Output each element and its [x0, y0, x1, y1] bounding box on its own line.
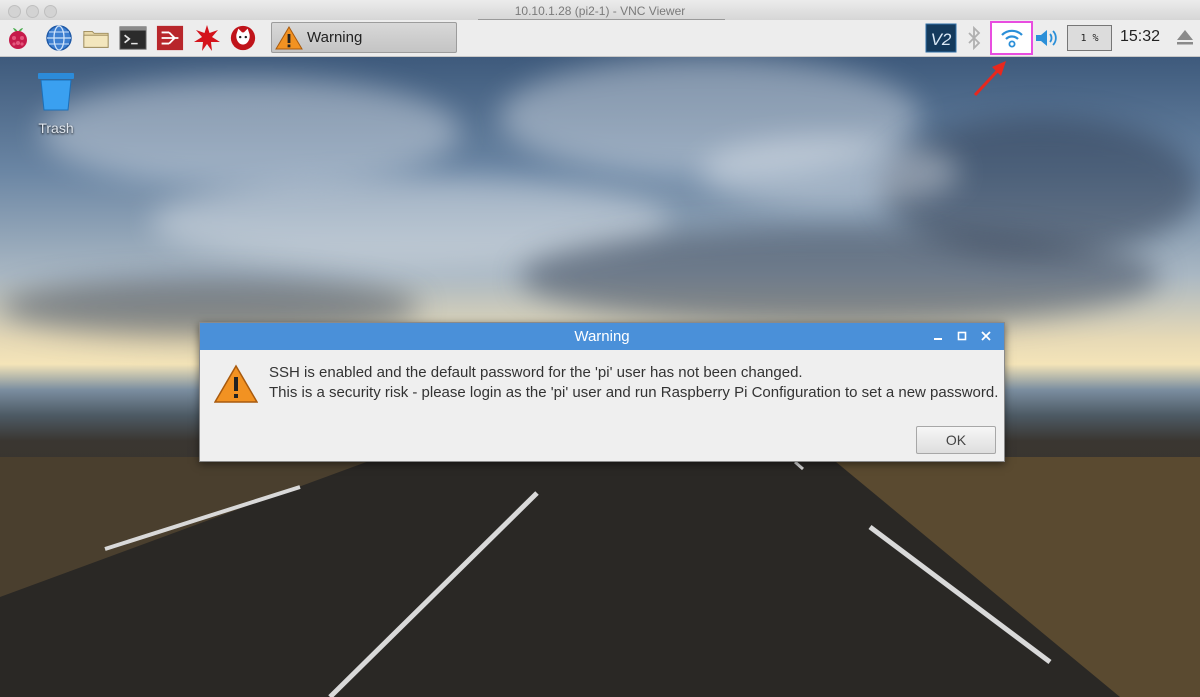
warning-icon	[213, 364, 259, 409]
dialog-message-line2: This is a security risk - please login a…	[269, 384, 999, 401]
wolfram-icon[interactable]	[193, 24, 221, 52]
dialog-titlebar[interactable]: Warning	[200, 323, 1004, 350]
web-browser-icon[interactable]	[45, 24, 73, 52]
volume-icon[interactable]	[1033, 23, 1061, 53]
dialog-title: Warning	[574, 328, 630, 345]
ok-button[interactable]: OK	[916, 426, 996, 454]
bluetooth-icon[interactable]	[963, 23, 985, 53]
file-manager-icon[interactable]	[82, 24, 110, 52]
eject-icon[interactable]	[1176, 28, 1194, 51]
cpu-usage-monitor[interactable]: 1 %	[1067, 25, 1112, 51]
vnc-label: V2	[931, 30, 952, 49]
vnc-server-icon[interactable]: V2	[925, 23, 957, 53]
maximize-icon[interactable]	[954, 328, 970, 344]
trash-icon	[38, 73, 74, 111]
trash-label: Trash	[38, 120, 74, 136]
lxde-panel: Warning V2 1 % 15:32	[0, 20, 1200, 57]
mathematica-icon[interactable]	[156, 24, 184, 52]
wifi-icon[interactable]	[990, 21, 1033, 55]
scratch-cat-icon[interactable]	[229, 24, 257, 52]
terminal-icon[interactable]	[119, 24, 147, 52]
vnc-window-titlebar: 10.10.1.28 (pi2-1) - VNC Viewer	[0, 0, 1200, 21]
raspberry-menu-icon[interactable]	[4, 24, 32, 52]
dialog-message: SSH is enabled and the default password …	[269, 363, 998, 403]
dialog-message-line1: SSH is enabled and the default password …	[269, 364, 803, 381]
close-icon[interactable]	[978, 328, 994, 344]
warning-dialog: Warning SSH is enabled and the default p…	[199, 322, 1005, 462]
taskbar-warning-label: Warning	[307, 29, 363, 46]
clock[interactable]: 15:32	[1120, 28, 1160, 46]
taskbar-warning-button[interactable]: Warning	[271, 22, 457, 53]
window-title: 10.10.1.28 (pi2-1) - VNC Viewer	[514, 4, 686, 18]
minimize-icon[interactable]	[930, 328, 946, 344]
warning-icon	[275, 25, 303, 49]
annotation-arrow	[973, 61, 1006, 97]
trash-desktop-icon[interactable]: Trash	[30, 69, 82, 136]
road	[0, 457, 1200, 697]
